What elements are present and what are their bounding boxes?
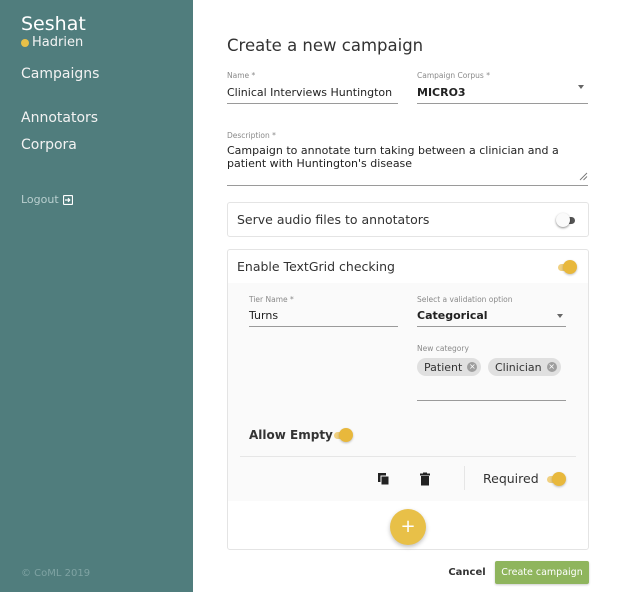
required-label: Required — [483, 471, 539, 486]
description-underline — [227, 185, 588, 186]
create-campaign-button[interactable]: Create campaign — [495, 561, 589, 584]
chevron-down-icon[interactable] — [557, 314, 563, 318]
required-toggle[interactable] — [545, 472, 566, 486]
chevron-down-icon[interactable] — [578, 85, 584, 89]
corpus-underline — [417, 103, 588, 104]
add-tier-button[interactable]: + — [390, 509, 426, 545]
user-name: Hadrien — [32, 35, 84, 50]
validation-label: Select a validation option — [417, 295, 513, 304]
corpus-label: Campaign Corpus * — [417, 71, 490, 80]
tier-name-input[interactable]: Turns — [249, 309, 278, 322]
name-input[interactable]: Clinical Interviews Huntington — [227, 86, 392, 99]
allow-empty-toggle[interactable] — [332, 428, 353, 442]
description-textarea[interactable]: Campaign to annotate turn taking between… — [227, 144, 567, 170]
chip-label: Clinician — [495, 360, 542, 374]
tier-card — [228, 283, 588, 501]
corpus-select[interactable]: MICRO3 — [417, 86, 466, 99]
textgrid-label: Enable TextGrid checking — [237, 259, 395, 274]
delete-icon[interactable] — [418, 472, 432, 486]
chip-label: Patient — [424, 360, 463, 374]
logout-label: Logout — [21, 193, 59, 206]
current-user: Hadrien — [21, 35, 83, 50]
resize-handle-icon[interactable] — [579, 172, 588, 181]
sidebar-item-campaigns[interactable]: Campaigns — [21, 66, 99, 82]
remove-chip-icon[interactable]: × — [546, 362, 557, 372]
validation-select[interactable]: Categorical — [417, 309, 488, 322]
name-underline — [227, 103, 398, 104]
category-chip-clinician: Clinician × — [488, 358, 561, 376]
copy-icon[interactable] — [377, 472, 391, 486]
tier-name-underline — [249, 326, 398, 327]
sidebar-item-annotators[interactable]: Annotators — [21, 110, 98, 126]
validation-underline — [417, 326, 566, 327]
allow-empty-label: Allow Empty — [249, 428, 333, 442]
description-label: Description * — [227, 131, 276, 140]
textgrid-toggle[interactable] — [556, 260, 577, 274]
serve-audio-panel: Serve audio files to annotators — [227, 202, 589, 237]
serve-audio-toggle[interactable] — [556, 213, 577, 227]
user-status-dot — [21, 38, 29, 47]
tier-name-label: Tier Name * — [249, 295, 294, 304]
remove-chip-icon[interactable]: × — [467, 362, 478, 372]
cancel-button[interactable]: Cancel — [442, 562, 492, 584]
sidebar: Seshat Hadrien Campaigns Annotators Corp… — [0, 0, 193, 592]
logout-icon — [62, 194, 73, 205]
tier-actions-divider — [240, 456, 576, 457]
category-chip-patient: Patient × — [417, 358, 482, 376]
new-category-input[interactable] — [417, 400, 566, 401]
actions-divider — [464, 466, 465, 490]
logout-link[interactable]: Logout — [21, 193, 73, 206]
serve-audio-label: Serve audio files to annotators — [237, 212, 430, 227]
name-label: Name * — [227, 71, 256, 80]
copyright: © CoML 2019 — [21, 568, 91, 579]
app-title: Seshat — [21, 13, 86, 35]
page-title: Create a new campaign — [227, 36, 424, 55]
new-category-label: New category — [417, 344, 469, 353]
sidebar-item-corpora[interactable]: Corpora — [21, 137, 77, 153]
